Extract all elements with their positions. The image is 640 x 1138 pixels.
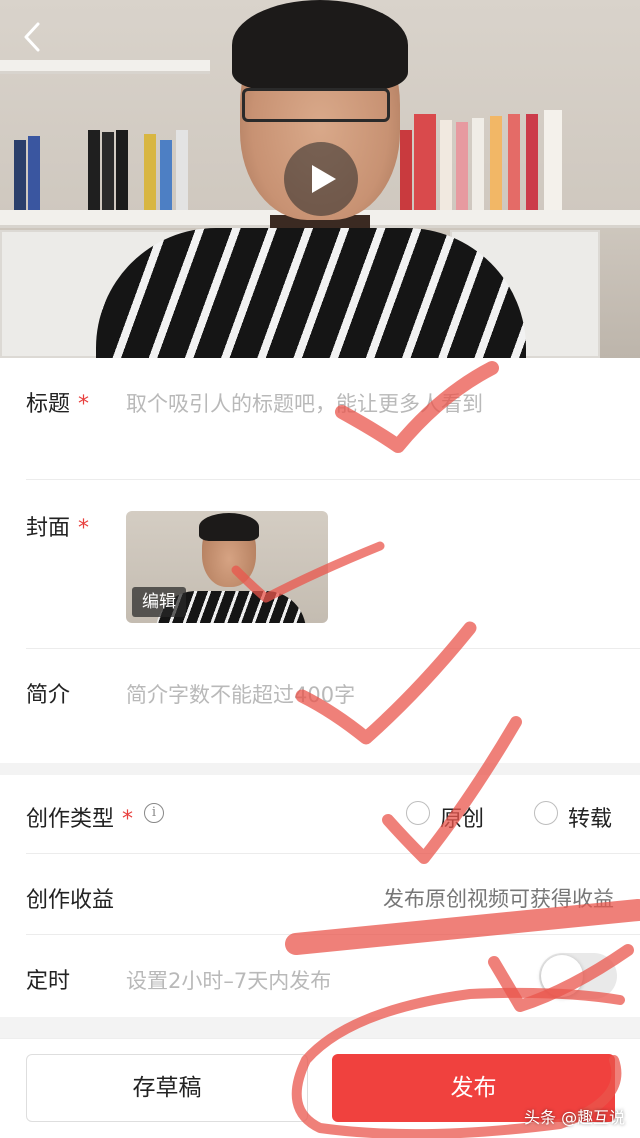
play-icon [312, 165, 336, 193]
schedule-label: 定时 [26, 969, 71, 994]
person-torso [96, 228, 526, 358]
radio-repost[interactable] [534, 801, 558, 825]
section-separator [0, 763, 640, 775]
save-draft-button[interactable]: 存草稿 [26, 1054, 308, 1122]
person-hair [232, 0, 408, 90]
video-preview[interactable] [0, 0, 640, 358]
creation-type-label: 创作类型 * [26, 807, 134, 832]
required-mark: * [122, 807, 134, 832]
info-icon[interactable]: i [144, 803, 164, 823]
books-left [4, 130, 204, 210]
earnings-hint: 发布原创视频可获得收益 [383, 887, 614, 911]
cover-label: 封面 * [26, 516, 90, 541]
title-label: 标题 * [26, 392, 90, 417]
radio-repost-label[interactable]: 转载 [568, 801, 612, 833]
section-separator [0, 1017, 640, 1038]
earnings-label: 创作收益 [26, 888, 115, 913]
cover-thumbnail[interactable]: 编辑 [126, 511, 328, 623]
cover-edit-button[interactable]: 编辑 [132, 587, 186, 617]
title-input[interactable]: 取个吸引人的标题吧，能让更多人看到 [126, 388, 483, 418]
watermark: 头条 @趣互说 [524, 1108, 626, 1127]
intro-label: 简介 [26, 683, 71, 708]
play-button[interactable] [284, 142, 358, 216]
earnings-row[interactable]: 创作收益 发布原创视频可获得收益 [0, 854, 640, 934]
intro-row[interactable]: 简介 简介字数不能超过400字 [0, 649, 640, 763]
bookshelf [0, 60, 210, 74]
back-button[interactable] [18, 20, 48, 54]
schedule-toggle[interactable] [539, 953, 617, 999]
chevron-left-icon [24, 22, 40, 52]
books-right [400, 110, 620, 210]
required-mark: * [78, 516, 90, 541]
radio-original-label[interactable]: 原创 [440, 801, 484, 833]
schedule-hint: 设置2小时–7天内发布 [126, 969, 332, 993]
intro-input[interactable]: 简介字数不能超过400字 [126, 679, 355, 709]
title-row[interactable]: 标题 * 取个吸引人的标题吧，能让更多人看到 [0, 358, 640, 480]
required-mark: * [78, 392, 90, 417]
person-glasses [242, 88, 390, 122]
radio-original[interactable] [406, 801, 430, 825]
